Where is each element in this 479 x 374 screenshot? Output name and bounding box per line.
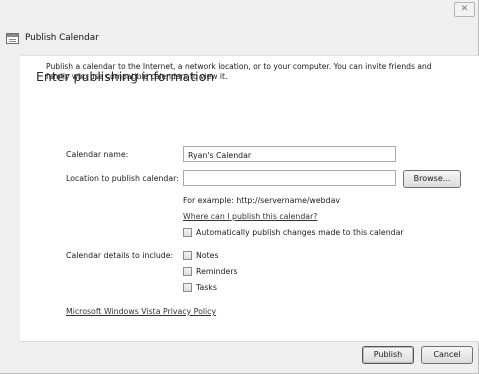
where-publish-link[interactable]: Where can I publish this calendar? (183, 212, 317, 221)
reminders-checkbox[interactable] (183, 267, 192, 276)
browse-button[interactable]: Browse... (403, 170, 461, 188)
cancel-button[interactable]: Cancel (421, 346, 473, 364)
close-icon: ✕ (460, 4, 469, 14)
example-text: For example: http://servername/webdav (183, 196, 340, 205)
privacy-policy-link[interactable]: Microsoft Windows Vista Privacy Policy (66, 307, 216, 316)
intro-text: Publish a calendar to the Internet, a ne… (46, 62, 432, 81)
publish-button[interactable]: Publish (362, 346, 414, 364)
close-button[interactable]: ✕ (454, 2, 475, 17)
auto-publish-checkbox[interactable] (183, 228, 192, 237)
auto-publish-label: Automatically publish changes made to th… (196, 228, 404, 237)
location-label: Location to publish calendar: (66, 174, 179, 183)
tasks-label: Tasks (196, 283, 217, 292)
location-input[interactable] (183, 170, 396, 186)
notes-checkbox[interactable] (183, 251, 192, 260)
details-label: Calendar details to include: (66, 251, 174, 260)
tasks-checkbox[interactable] (183, 283, 192, 292)
calendar-name-input[interactable]: Ryan's Calendar (183, 146, 396, 162)
reminders-label: Reminders (196, 267, 238, 276)
notes-label: Notes (196, 251, 219, 260)
calendar-window-icon (6, 33, 19, 44)
window-title: Publish Calendar (25, 33, 99, 43)
footer-divider (20, 341, 478, 342)
calendar-name-label: Calendar name: (66, 150, 129, 159)
publish-calendar-dialog: ✕ Publish Calendar Enter publishing info… (0, 0, 479, 374)
